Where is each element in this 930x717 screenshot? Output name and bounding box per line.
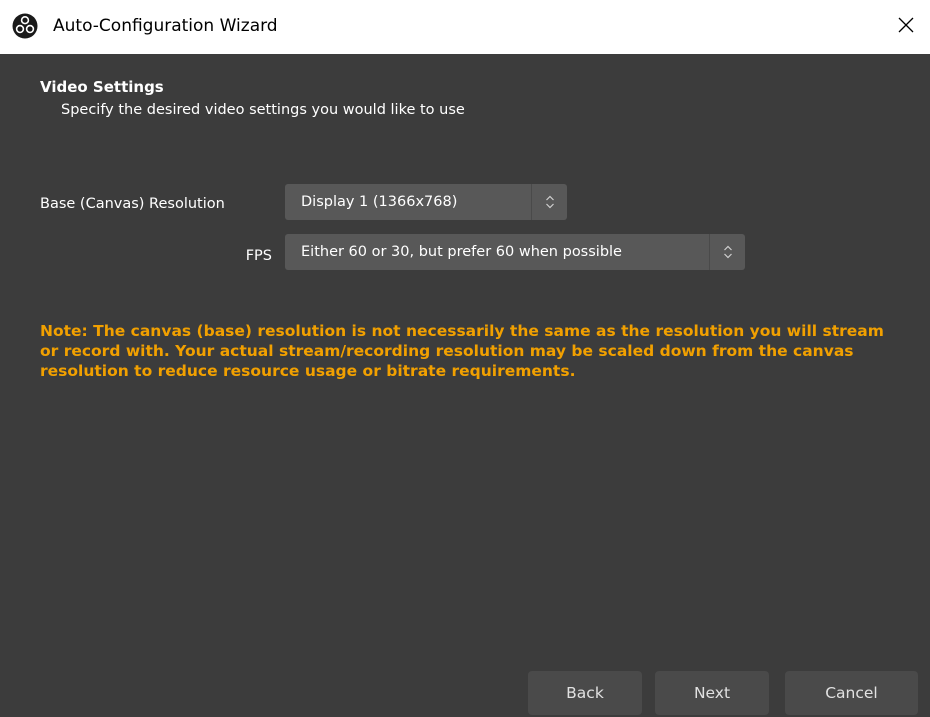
resolution-label: Base (Canvas) Resolution: [40, 196, 225, 212]
close-button[interactable]: [882, 0, 930, 54]
canvas-resolution-note: Note: The canvas (base) resolution is no…: [40, 322, 884, 380]
cancel-button[interactable]: Cancel: [785, 671, 918, 715]
spin-arrows-icon: [709, 234, 745, 270]
fps-select[interactable]: Either 60 or 30, but prefer 60 when poss…: [285, 234, 745, 270]
wizard-content: Video Settings Specify the desired video…: [0, 54, 930, 717]
spin-arrows-icon: [531, 184, 567, 220]
fps-label: FPS: [245, 248, 272, 264]
resolution-select-value: Display 1 (1366x768): [301, 194, 458, 210]
page-title: Video Settings: [40, 78, 164, 96]
page-subtitle: Specify the desired video settings you w…: [61, 102, 465, 118]
wizard-window: Auto-Configuration Wizard Video Settings…: [0, 0, 930, 717]
obs-logo-icon: [12, 13, 38, 39]
next-button[interactable]: Next: [655, 671, 769, 715]
window-title: Auto-Configuration Wizard: [53, 16, 278, 36]
back-button[interactable]: Back: [528, 671, 642, 715]
resolution-select[interactable]: Display 1 (1366x768): [285, 184, 567, 220]
fps-select-value: Either 60 or 30, but prefer 60 when poss…: [301, 244, 622, 260]
close-icon: [898, 17, 914, 37]
title-bar: Auto-Configuration Wizard: [0, 0, 930, 54]
